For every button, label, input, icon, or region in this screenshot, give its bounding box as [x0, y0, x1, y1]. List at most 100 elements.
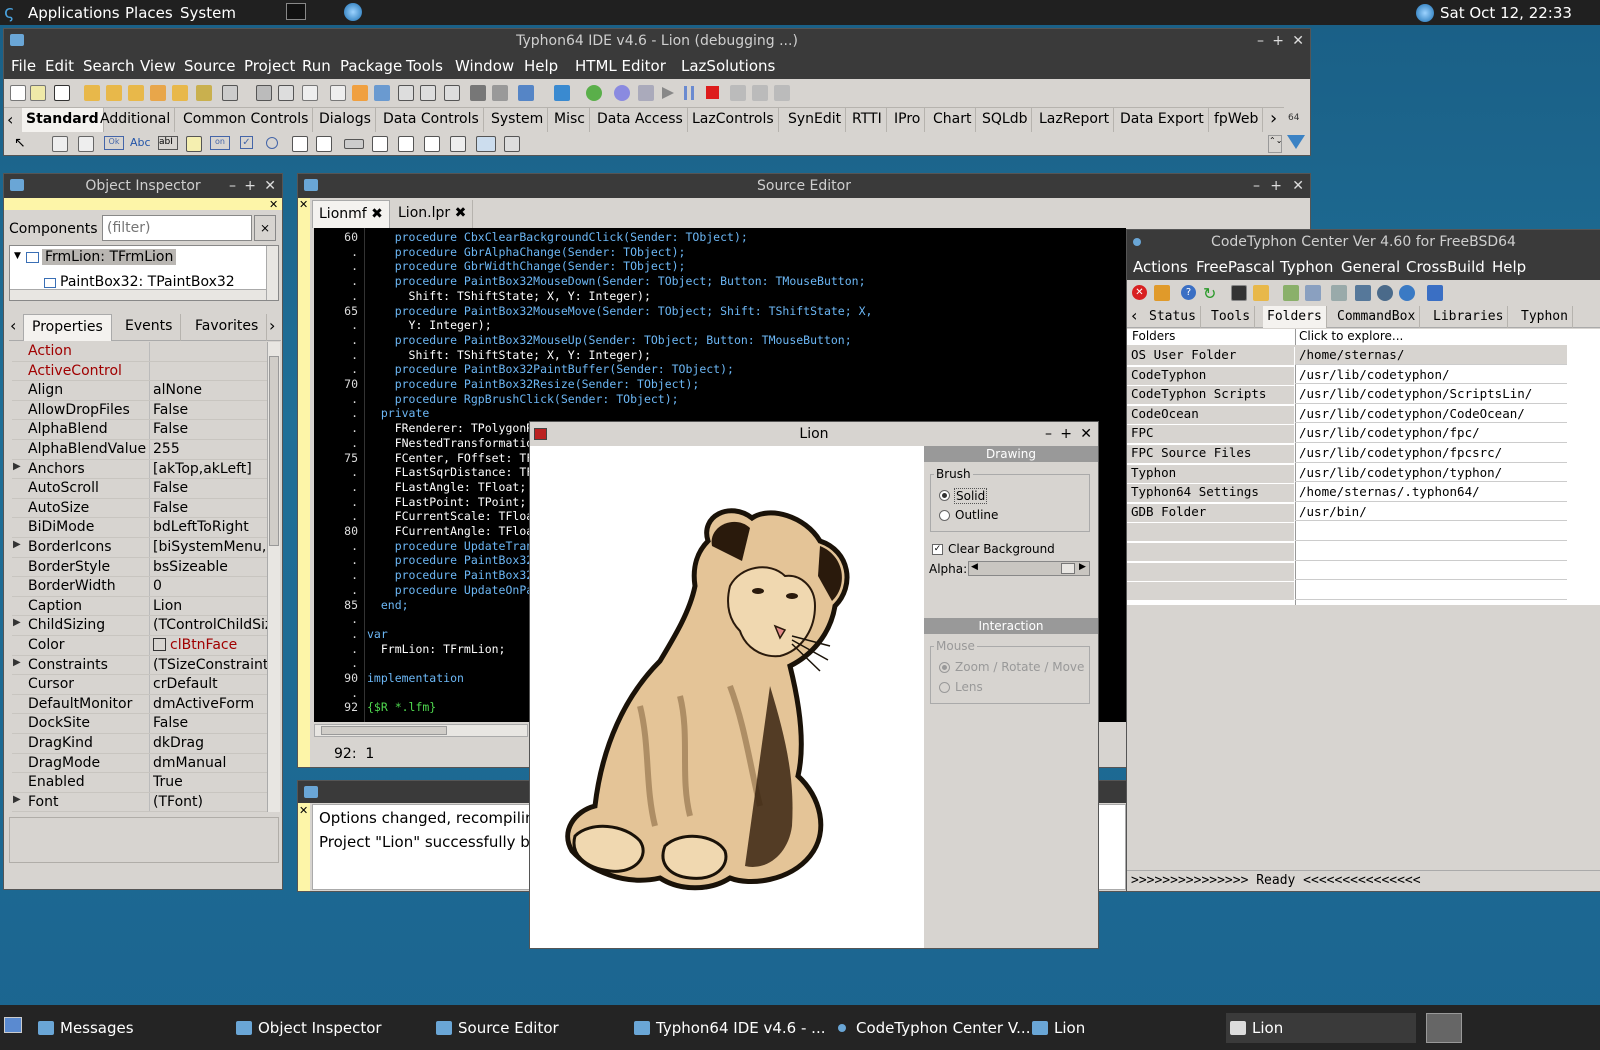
property-value[interactable]: Lion: [153, 598, 271, 614]
folder-row[interactable]: [1127, 580, 1567, 601]
lens-label[interactable]: Lens: [955, 680, 983, 694]
menu-run[interactable]: Run: [302, 57, 331, 75]
folder-row[interactable]: OS User Folder/home/sternas/: [1127, 345, 1567, 365]
expand-arrow-icon[interactable]: ▶: [13, 539, 21, 550]
solid-radio[interactable]: [939, 490, 950, 501]
tree-item-frmlion[interactable]: FrmLion: TFrmLion: [42, 249, 177, 265]
center-tab-status[interactable]: Status: [1145, 306, 1201, 328]
property-row[interactable]: AlphaBlendValue 255: [12, 440, 268, 460]
form-icon[interactable]: [398, 85, 414, 101]
tpopupmenu-icon[interactable]: [78, 136, 94, 152]
center-titlebar[interactable]: CodeTyphon Center Ver 4.60 for FreeBSD64: [1127, 230, 1600, 254]
toggle-form-icon[interactable]: [444, 85, 460, 101]
folder-row[interactable]: [1127, 541, 1567, 561]
property-value[interactable]: alNone: [153, 382, 271, 398]
tab-lion-lpr[interactable]: Lion.lpr ✖: [392, 200, 474, 228]
folder-row[interactable]: FPC/usr/lib/codetyphon/fpc/: [1127, 423, 1567, 444]
property-row[interactable]: BorderStyle bsSizeable: [12, 558, 268, 578]
expand-arrow-icon[interactable]: ▶: [13, 794, 21, 805]
menu-file[interactable]: File: [11, 57, 36, 75]
folder-icon[interactable]: [1253, 285, 1269, 301]
folder-path[interactable]: /usr/lib/codetyphon/: [1299, 367, 1450, 382]
palette-tab-standard[interactable]: Standard: [22, 108, 104, 132]
folder-path[interactable]: /usr/lib/codetyphon/fpc/: [1299, 425, 1480, 440]
folder-row[interactable]: GDB Folder/usr/bin/: [1127, 502, 1567, 522]
tree-vscrollbar[interactable]: [266, 246, 278, 300]
folder-row[interactable]: Typhon/usr/lib/codetyphon/typhon/: [1127, 463, 1567, 483]
property-row[interactable]: Caption Lion: [12, 597, 268, 617]
exit-icon[interactable]: ✕: [1132, 285, 1147, 300]
components-icon[interactable]: [352, 85, 368, 101]
window-list-icon[interactable]: [420, 85, 436, 101]
palette-tab-misc[interactable]: Misc: [550, 108, 590, 132]
folder-path[interactable]: /usr/bin/: [1299, 504, 1367, 519]
folder-row[interactable]: [1127, 561, 1567, 581]
new-form-icon[interactable]: [30, 85, 46, 101]
debug-icon[interactable]: [518, 85, 534, 101]
message-line[interactable]: Project "Lion" successfully bui: [319, 833, 544, 851]
property-value[interactable]: bdLeftToRight: [153, 519, 271, 535]
task-lion-2[interactable]: Lion: [1226, 1013, 1416, 1043]
messages-dock-close-icon[interactable]: ✕: [299, 804, 308, 817]
palette-tab-data-export[interactable]: Data Export: [1116, 108, 1209, 132]
property-value[interactable]: 0: [153, 578, 271, 594]
open-recent-icon[interactable]: [106, 85, 122, 101]
lion-titlebar[interactable]: Lion – + ✕: [530, 422, 1098, 446]
view-units-icon[interactable]: [222, 85, 238, 101]
target-icon[interactable]: [554, 85, 570, 101]
components-filter-input[interactable]: [102, 215, 252, 241]
property-value[interactable]: dmActiveForm: [153, 696, 271, 712]
project-options-icon[interactable]: [196, 85, 212, 101]
folder-row[interactable]: [1127, 521, 1567, 542]
property-value[interactable]: crDefault: [153, 676, 271, 692]
import-icon[interactable]: [1283, 285, 1299, 301]
center-tab-libraries[interactable]: Libraries: [1429, 306, 1509, 328]
palette-tab-data-controls[interactable]: Data Controls: [379, 108, 484, 132]
center-tab-tools[interactable]: Tools: [1207, 306, 1256, 328]
center-menu-general[interactable]: General: [1341, 258, 1400, 276]
tabs-scroll-right-icon[interactable]: ›: [269, 316, 275, 335]
property-value[interactable]: True: [153, 774, 271, 790]
folder-path[interactable]: /usr/lib/codetyphon/CodeOcean/: [1299, 406, 1525, 421]
tab-lionmf[interactable]: Lionmf ✖: [312, 200, 390, 228]
filter-clear-icon[interactable]: ⨯: [254, 215, 276, 241]
palette-tab-lazcontrols[interactable]: LazControls: [688, 108, 779, 132]
folder-path[interactable]: /usr/lib/codetyphon/fpcsrc/: [1299, 445, 1502, 460]
property-row[interactable]: ▶ Anchors [akTop,akLeft]: [12, 460, 268, 480]
property-value[interactable]: False: [153, 480, 271, 496]
terminal-icon[interactable]: [1231, 285, 1247, 301]
clear-background-label[interactable]: Clear Background: [948, 542, 1055, 556]
property-value[interactable]: (TSizeConstraints): [153, 657, 271, 673]
stop-icon[interactable]: [706, 86, 719, 99]
property-row[interactable]: ▶ Constraints (TSizeConstraints): [12, 656, 271, 676]
property-row[interactable]: AutoScroll False: [12, 479, 268, 499]
alpha-scrollbar[interactable]: ◀ ▶: [968, 561, 1090, 576]
folder-row[interactable]: CodeTyphon Scripts/usr/lib/codetyphon/Sc…: [1127, 384, 1567, 405]
property-row[interactable]: DragMode dmManual: [12, 754, 268, 774]
folder-path[interactable]: /usr/lib/codetyphon/typhon/: [1299, 465, 1502, 480]
property-row[interactable]: Enabled True: [12, 773, 268, 793]
palette-tab-lazreport[interactable]: LazReport: [1035, 108, 1115, 132]
palette-scroll-right-icon[interactable]: ›: [1270, 108, 1277, 129]
property-row[interactable]: BorderWidth 0: [12, 577, 268, 597]
property-scroll-thumb[interactable]: [269, 356, 279, 546]
property-value[interactable]: dkDrag: [153, 735, 271, 751]
tlabel-icon[interactable]: Abc: [130, 136, 151, 149]
expand-arrow-icon[interactable]: ▶: [13, 461, 21, 472]
tcheckgroup-icon[interactable]: [424, 136, 440, 152]
copy-icon[interactable]: [302, 85, 318, 101]
folder-row[interactable]: Typhon64 Settings/home/sternas/.typhon64…: [1127, 482, 1567, 503]
palette-tab-additional[interactable]: Additional: [96, 108, 176, 132]
center-tab-commandbox[interactable]: CommandBox: [1333, 306, 1421, 328]
close-project-icon[interactable]: [172, 85, 188, 101]
task-messages[interactable]: Messages: [34, 1013, 134, 1043]
save-project-icon[interactable]: [150, 85, 166, 101]
download-icon[interactable]: [1154, 285, 1170, 301]
build-icon[interactable]: [470, 85, 486, 101]
minimize-button[interactable]: –: [229, 174, 236, 198]
tab-close-icon[interactable]: ✖: [371, 206, 383, 222]
tradiobutton-icon[interactable]: [266, 137, 278, 149]
tree-item-paintbox32[interactable]: PaintBox32: TPaintBox32: [60, 274, 235, 290]
palette-tab-synedit[interactable]: SynEdit: [784, 108, 847, 132]
tscrollbar-icon[interactable]: [344, 139, 364, 149]
